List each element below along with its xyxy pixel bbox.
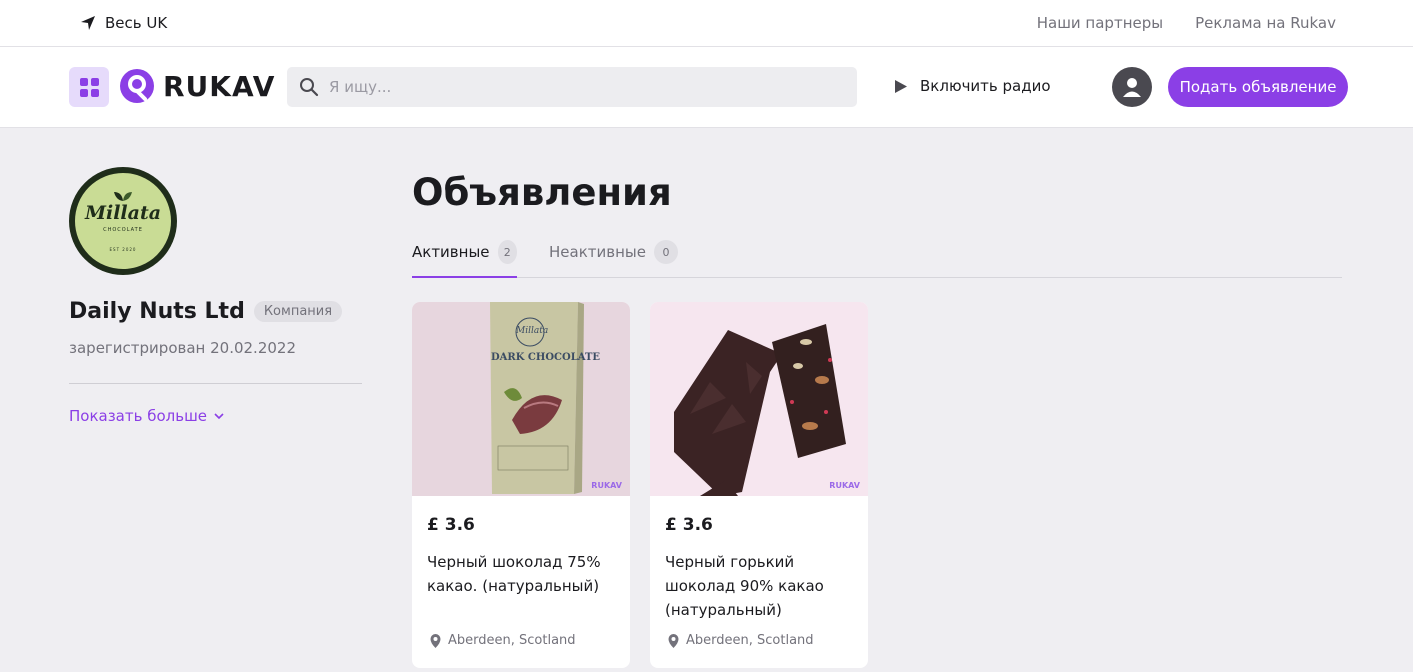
account-button[interactable] (1112, 67, 1152, 107)
company-avatar: Millata CHOCOLATE EST 2020 (69, 167, 177, 275)
dark-chocolate-bar-image (674, 324, 846, 496)
package-brand-text: Millata (516, 326, 549, 336)
navigation-arrow-icon (81, 16, 95, 30)
listings-title: Объявления (412, 171, 672, 214)
tab-active-count: 2 (497, 240, 517, 264)
logo-est-text: EST 2020 (109, 247, 137, 252)
advertising-link[interactable]: Реклама на Rukav (1195, 14, 1336, 32)
search-input[interactable] (329, 78, 829, 96)
listing-price: £ 3.6 (665, 515, 713, 535)
location-pin-icon (668, 633, 679, 648)
leaf-icon (114, 192, 132, 201)
user-icon (1123, 78, 1141, 97)
tab-inactive-count: 0 (653, 240, 678, 264)
listing-location-text: Aberdeen, Scotland (686, 633, 814, 648)
search-bar[interactable] (287, 67, 857, 107)
logo-text: RUKAV (163, 69, 276, 103)
registration-date: зарегистрирован 20.02.2022 (69, 339, 296, 357)
radio-label: Включить радио (920, 77, 1051, 95)
listing-card[interactable]: Millata DARK CHOCOLATE RUKAV £ 3.6 Черны… (412, 302, 630, 668)
location-label: Весь UK (105, 14, 168, 32)
grid-icon (79, 77, 99, 97)
tab-inactive[interactable]: Неактивные 0 (549, 238, 678, 278)
company-name: Daily Nuts Ltd (69, 299, 245, 324)
radio-toggle[interactable]: Включить радио (893, 77, 1051, 95)
categories-menu-button[interactable] (69, 67, 109, 107)
site-logo[interactable]: RUKAV (119, 68, 275, 104)
show-more-link[interactable]: Показать больше (69, 407, 225, 425)
listing-title[interactable]: Черный шоколад 75% какао. (натуральный) (427, 550, 617, 598)
post-ad-button[interactable]: Подать объявление (1168, 67, 1348, 107)
logo-sub-text: CHOCOLATE (103, 227, 143, 233)
listing-title[interactable]: Черный горький шоколад 90% какао (натура… (665, 550, 855, 622)
search-icon (300, 78, 319, 97)
company-badge: Компания (253, 301, 343, 322)
location-pin-icon (430, 633, 441, 648)
rukav-watermark: RUKAV (591, 481, 622, 490)
company-header: Daily Nuts Ltd Компания (69, 299, 343, 324)
listing-image[interactable]: RUKAV (650, 302, 868, 496)
listing-price: £ 3.6 (427, 515, 475, 535)
top-bar: Весь UK Наши партнеры Реклама на Rukav (0, 0, 1413, 47)
rukav-watermark: RUKAV (829, 481, 860, 490)
listing-location-text: Aberdeen, Scotland (448, 633, 576, 648)
listing-location: Aberdeen, Scotland (429, 633, 576, 648)
tab-active-label: Активные (412, 243, 490, 261)
tab-active[interactable]: Активные 2 (412, 238, 517, 278)
play-icon (895, 79, 907, 93)
top-links: Наши партнеры Реклама на Rukav (1037, 14, 1336, 32)
chevron-down-icon (214, 413, 224, 420)
tab-inactive-label: Неактивные (549, 243, 646, 261)
main-header: RUKAV Включить радио Подать объявление (0, 47, 1413, 128)
listings-tabs: Активные 2 Неактивные 0 (412, 238, 1342, 278)
listing-image[interactable]: Millata DARK CHOCOLATE RUKAV (412, 302, 630, 496)
listing-location: Aberdeen, Scotland (667, 633, 814, 648)
package-title-text: DARK CHOCOLATE (491, 352, 601, 363)
profile-divider (69, 383, 362, 384)
partners-link[interactable]: Наши партнеры (1037, 14, 1163, 32)
listing-card[interactable]: RUKAV £ 3.6 Черный горький шоколад 90% к… (650, 302, 868, 668)
logo-brand-text: Millata (84, 202, 162, 224)
show-more-label: Показать больше (69, 407, 208, 425)
location-selector[interactable]: Весь UK (80, 14, 167, 32)
rukav-logo-icon (120, 69, 154, 103)
millata-logo: Millata CHOCOLATE EST 2020 (73, 171, 173, 271)
